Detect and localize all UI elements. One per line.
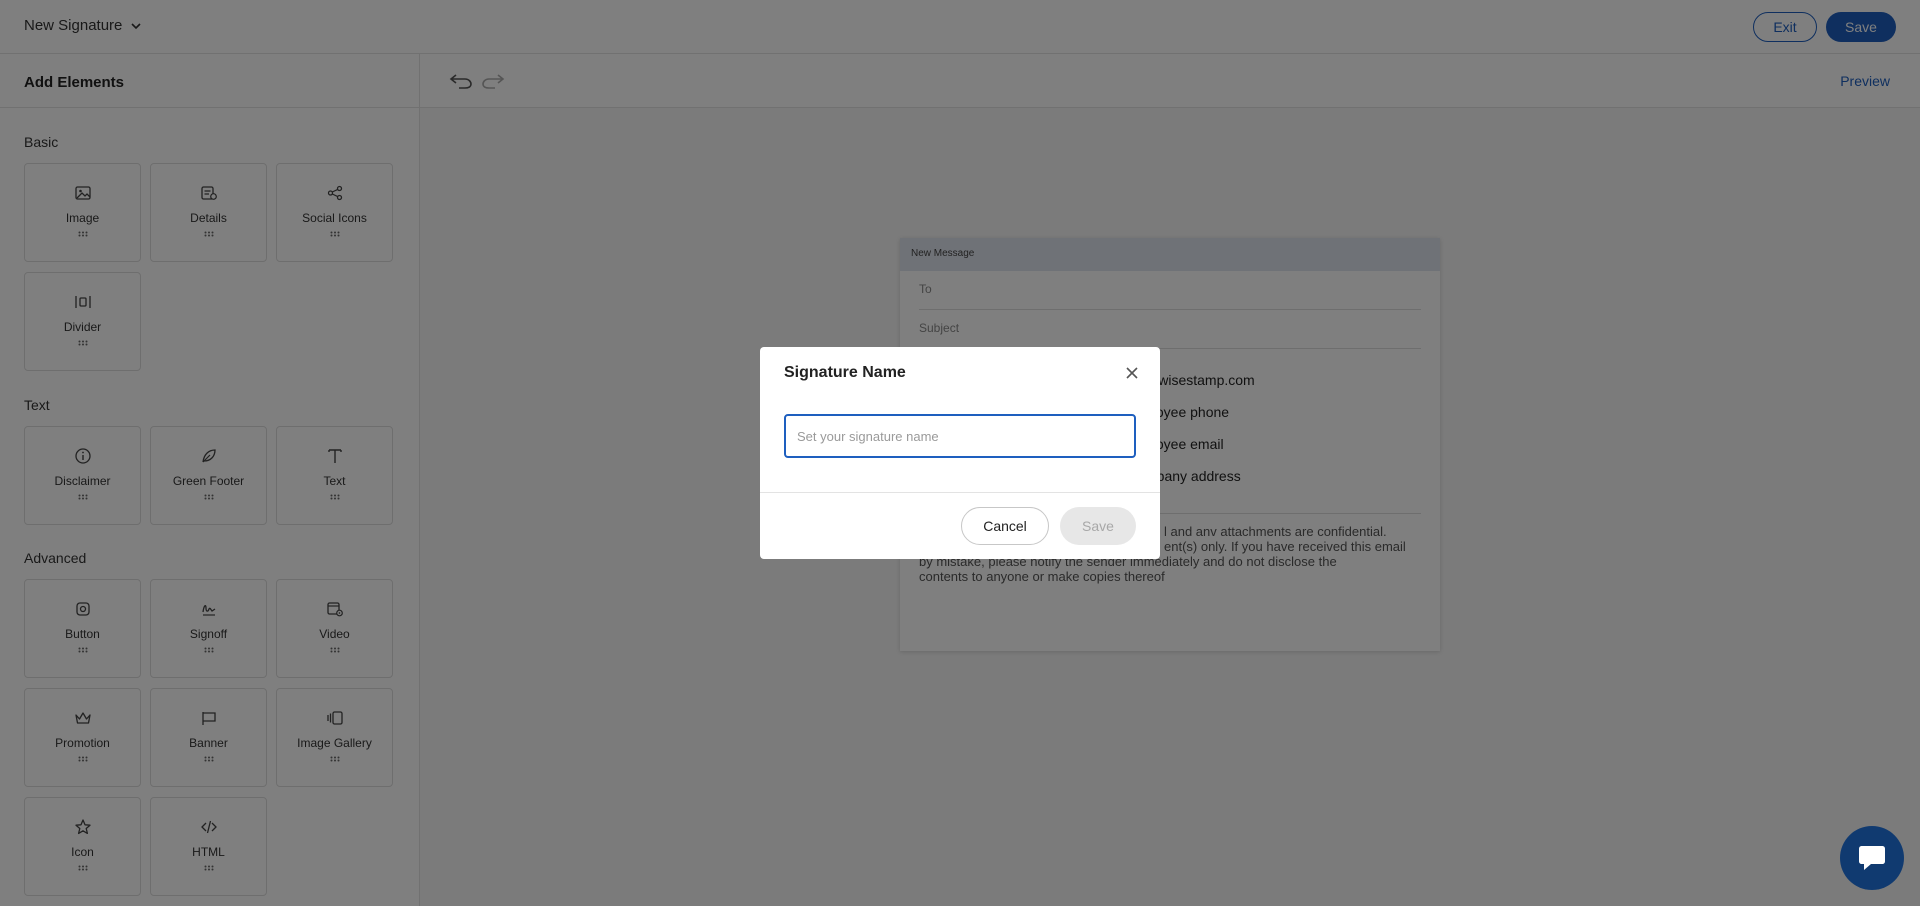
chat-icon [1859, 846, 1885, 870]
signature-name-modal: Signature Name Cancel Save [760, 347, 1160, 559]
signature-name-input[interactable] [784, 414, 1136, 458]
chat-launcher-button[interactable] [1840, 826, 1904, 890]
close-icon[interactable] [1124, 365, 1140, 381]
modal-save-button[interactable]: Save [1060, 507, 1136, 545]
modal-divider [760, 492, 1160, 493]
cancel-button[interactable]: Cancel [961, 507, 1049, 545]
modal-title: Signature Name [784, 364, 906, 381]
